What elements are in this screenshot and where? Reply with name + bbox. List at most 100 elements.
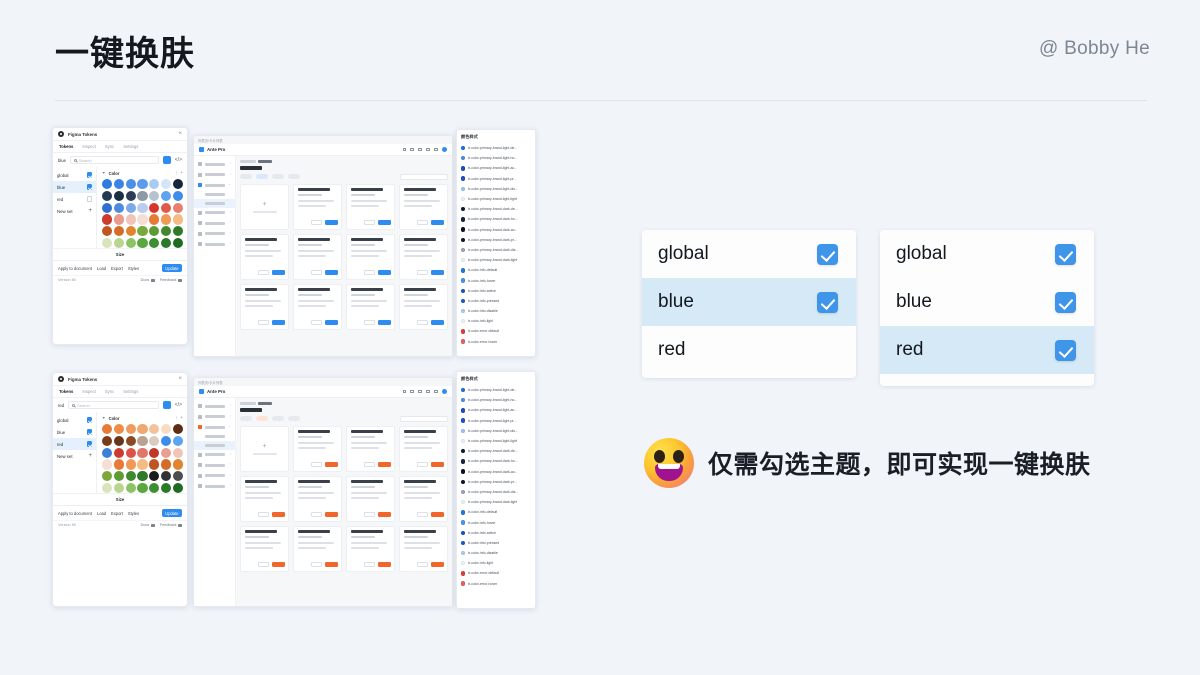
bell-icon[interactable]	[418, 148, 421, 151]
content-card[interactable]	[346, 426, 395, 472]
color-swatch[interactable]	[149, 436, 159, 446]
content-search-input[interactable]	[400, 174, 448, 180]
content-card[interactable]	[293, 234, 342, 280]
color-style-row[interactable]: tr-color-info-hover	[461, 517, 531, 527]
primary-button[interactable]	[431, 320, 444, 326]
color-swatch[interactable]	[149, 238, 159, 248]
grid-icon[interactable]	[426, 148, 429, 151]
filter-tab[interactable]	[240, 416, 252, 421]
color-swatch[interactable]	[102, 483, 112, 493]
primary-button[interactable]	[325, 320, 338, 326]
color-swatch[interactable]	[114, 191, 124, 201]
dashboard-preview-blue[interactable]: 列表页/卡片列表 Ante Pro › › ⌄	[193, 135, 453, 357]
theme-row-blue[interactable]: blue	[880, 278, 1094, 326]
color-swatch[interactable]	[149, 424, 159, 434]
tab-tokens[interactable]: Tokens	[59, 144, 73, 149]
secondary-button[interactable]	[417, 320, 428, 326]
color-style-row[interactable]: tr-color-primary-brand-dark-dis...	[461, 487, 531, 497]
sidebar-item[interactable]: ›	[194, 450, 235, 461]
color-swatch[interactable]	[126, 436, 136, 446]
avatar[interactable]	[442, 147, 447, 152]
theme-panel-blue[interactable]: global blue red	[642, 230, 856, 378]
theme-row-global[interactable]: global	[880, 230, 1094, 278]
color-swatch[interactable]	[173, 191, 183, 201]
color-swatch[interactable]	[137, 179, 147, 189]
content-card[interactable]	[240, 234, 289, 280]
color-swatch[interactable]	[149, 203, 159, 213]
color-swatch[interactable]	[161, 436, 171, 446]
color-swatch[interactable]	[161, 459, 171, 469]
token-set-checkbox[interactable]	[87, 429, 93, 435]
color-style-row[interactable]: tr-color-primary-brand-dark-light	[461, 497, 531, 507]
sidebar-item-active[interactable]: ⌄	[194, 180, 235, 191]
dashboard-preview-red[interactable]: 列表页/卡片列表 Ante Pro › › ⌄	[193, 377, 453, 607]
color-swatch[interactable]	[137, 448, 147, 458]
color-swatch[interactable]	[173, 179, 183, 189]
color-swatch[interactable]	[126, 191, 136, 201]
color-style-row[interactable]: tr-color-info-light	[461, 316, 531, 326]
color-style-row[interactable]: tr-color-info-disable	[461, 306, 531, 316]
primary-button[interactable]	[325, 270, 338, 276]
content-card[interactable]	[346, 284, 395, 330]
color-swatch[interactable]	[126, 483, 136, 493]
sidebar-item[interactable]: ›	[194, 460, 235, 471]
add-card-placeholder[interactable]: +	[240, 184, 289, 230]
color-swatch[interactable]	[149, 471, 159, 481]
token-set-blue[interactable]: blue	[53, 181, 96, 193]
color-swatch[interactable]	[173, 459, 183, 469]
color-swatch[interactable]	[173, 214, 183, 224]
sidebar-item[interactable]: ›	[194, 229, 235, 240]
color-swatch[interactable]	[102, 203, 112, 213]
color-group-header[interactable]: ▼ Color ⋮ +	[102, 170, 183, 176]
color-swatch[interactable]	[102, 471, 112, 481]
color-swatch[interactable]	[137, 191, 147, 201]
docs-link[interactable]: Docs	[141, 278, 155, 282]
color-style-row[interactable]: tr-color-info-disable	[461, 548, 531, 558]
filter-tab[interactable]	[272, 416, 284, 421]
content-card[interactable]	[399, 284, 448, 330]
content-card[interactable]	[240, 476, 289, 522]
color-swatch[interactable]	[149, 191, 159, 201]
color-swatch[interactable]	[173, 203, 183, 213]
color-swatch[interactable]	[126, 214, 136, 224]
color-swatch[interactable]	[149, 448, 159, 458]
primary-button[interactable]	[272, 270, 285, 276]
color-swatch[interactable]	[161, 191, 171, 201]
tab-tokens[interactable]: Tokens	[59, 389, 73, 394]
color-swatch[interactable]	[137, 203, 147, 213]
grid-icon[interactable]	[426, 390, 429, 393]
color-swatch[interactable]	[126, 448, 136, 458]
color-swatch[interactable]	[102, 214, 112, 224]
color-style-list-red[interactable]: 颜色样式 tr-color-primary-brand-light-de...t…	[456, 371, 536, 609]
filter-tab[interactable]	[288, 174, 300, 179]
primary-button[interactable]	[272, 512, 285, 518]
primary-button[interactable]	[431, 220, 444, 226]
theme-row-checkbox[interactable]	[1055, 292, 1076, 313]
secondary-button[interactable]	[311, 220, 322, 226]
color-swatch[interactable]	[114, 471, 124, 481]
group-options-icon[interactable]: ⋮ +	[174, 415, 183, 421]
color-style-row[interactable]: tr-color-primary-brand-dark-light	[461, 255, 531, 265]
content-search-input[interactable]	[400, 416, 448, 422]
tab-sync[interactable]: Sync	[105, 389, 114, 394]
filter-tab-active[interactable]	[256, 174, 268, 179]
code-view-icon[interactable]: </>	[175, 402, 182, 408]
list-view-button[interactable]	[163, 156, 171, 164]
list-view-button[interactable]	[163, 401, 171, 409]
token-set-checkbox[interactable]	[87, 184, 93, 190]
primary-button[interactable]	[325, 220, 338, 226]
bell-icon[interactable]	[418, 390, 421, 393]
help-icon[interactable]	[410, 390, 413, 393]
color-style-row[interactable]: tr-color-primary-brand-light-light	[461, 436, 531, 446]
primary-button[interactable]	[378, 462, 391, 468]
theme-row-checkbox[interactable]	[1055, 244, 1076, 265]
primary-button[interactable]	[431, 270, 444, 276]
secondary-button[interactable]	[258, 512, 269, 518]
secondary-button[interactable]	[417, 512, 428, 518]
feedback-link[interactable]: Feedback	[160, 523, 182, 527]
primary-button[interactable]	[325, 512, 338, 518]
load-button[interactable]: Load	[97, 266, 106, 271]
color-swatch[interactable]	[161, 214, 171, 224]
color-style-row[interactable]: tr-color-info-default	[461, 265, 531, 275]
sidebar-subitem-active[interactable]	[194, 441, 235, 450]
